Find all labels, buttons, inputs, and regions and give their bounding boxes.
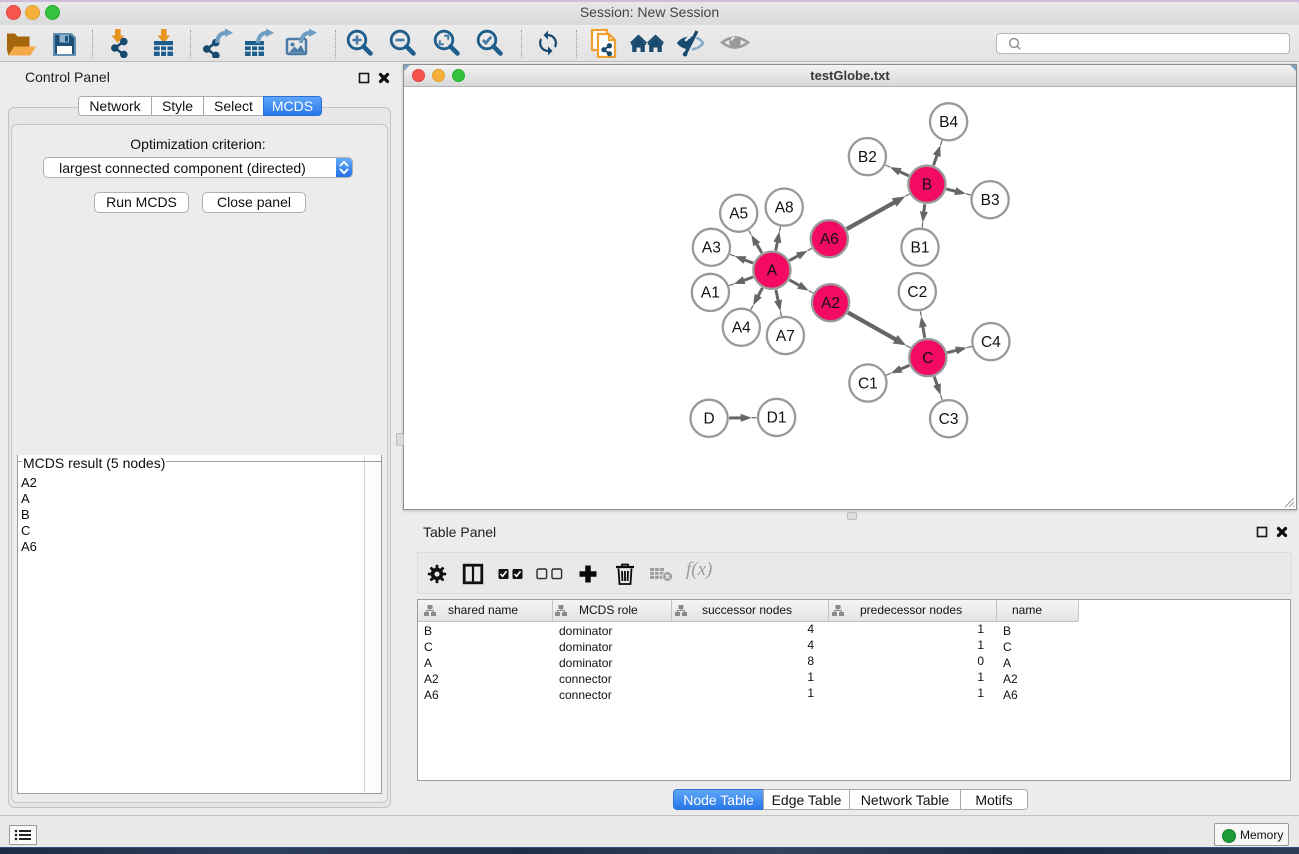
- svg-text:C1: C1: [858, 375, 878, 392]
- svg-text:C: C: [922, 350, 933, 367]
- svg-text:A: A: [767, 263, 778, 280]
- svg-text:D: D: [703, 411, 714, 428]
- svg-text:D1: D1: [767, 410, 787, 427]
- svg-text:C3: C3: [939, 411, 959, 428]
- svg-text:A7: A7: [776, 328, 795, 345]
- svg-text:B1: B1: [911, 240, 930, 257]
- svg-text:B4: B4: [939, 114, 958, 131]
- svg-text:A4: A4: [732, 320, 751, 337]
- svg-text:B: B: [922, 177, 932, 194]
- svg-text:A2: A2: [821, 295, 840, 312]
- svg-text:A3: A3: [702, 240, 721, 257]
- svg-text:B2: B2: [858, 149, 877, 166]
- svg-text:B3: B3: [981, 192, 1000, 209]
- svg-text:A6: A6: [820, 231, 839, 248]
- svg-text:C4: C4: [981, 334, 1001, 351]
- svg-text:A8: A8: [775, 199, 794, 216]
- svg-text:C2: C2: [907, 284, 927, 301]
- svg-text:A1: A1: [701, 285, 720, 302]
- svg-text:A5: A5: [729, 206, 748, 223]
